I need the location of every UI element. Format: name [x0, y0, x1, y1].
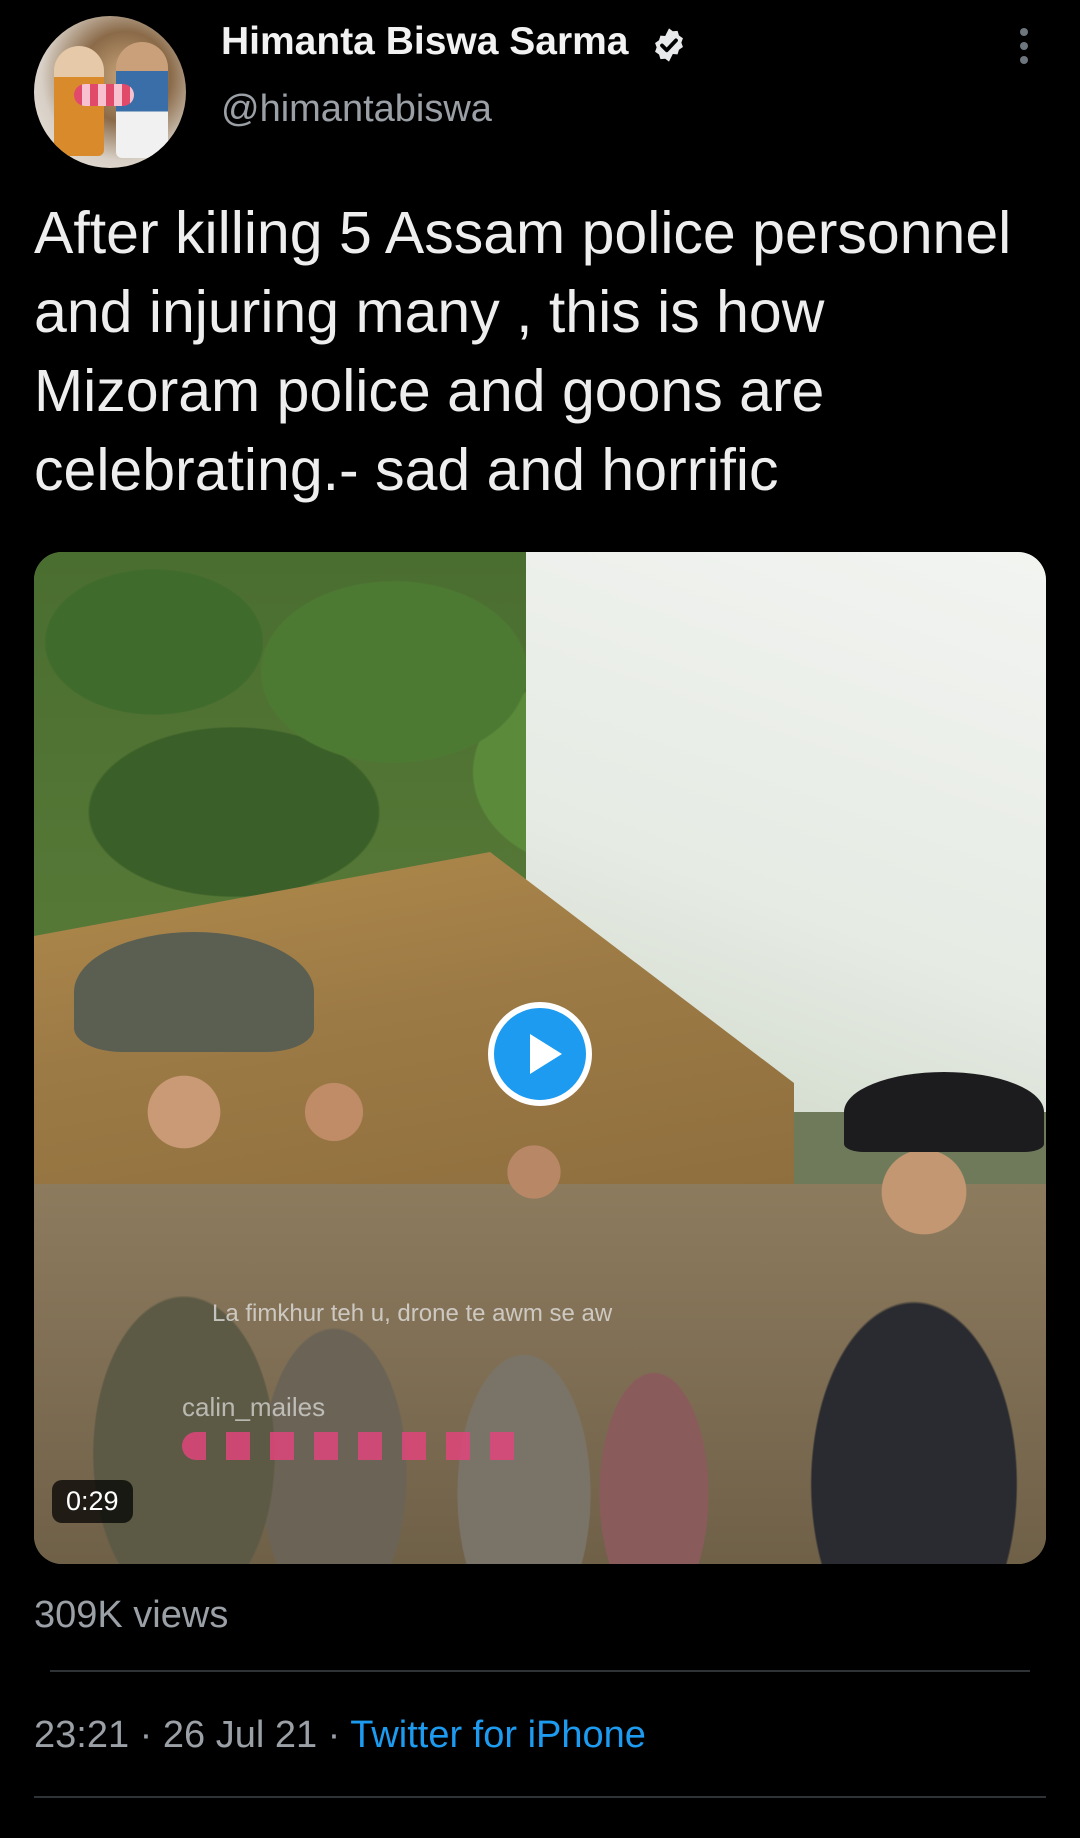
- verified-badge-icon: [655, 28, 683, 62]
- video-overlay-hearts: [182, 1432, 532, 1460]
- more-options-icon[interactable]: [1012, 24, 1036, 68]
- divider: [34, 1796, 1046, 1798]
- divider: [50, 1670, 1030, 1672]
- video-duration-badge: 0:29: [52, 1480, 133, 1523]
- tweet-time[interactable]: 23:21: [34, 1714, 129, 1756]
- separator: ·: [129, 1714, 163, 1756]
- view-count: 309K views: [34, 1594, 229, 1636]
- tweet-detail: Himanta Biswa Sarma @himantabiswa After …: [0, 0, 1080, 1838]
- tweet-metadata: 23:21 · 26 Jul 21 · Twitter for iPhone: [34, 1714, 646, 1757]
- play-button[interactable]: [488, 1002, 592, 1106]
- avatar[interactable]: [34, 16, 186, 168]
- separator: ·: [317, 1714, 351, 1756]
- video-overlay-username: calin_mailes: [182, 1392, 326, 1422]
- user-handle[interactable]: @himantabiswa: [221, 88, 492, 131]
- tweet-source-link[interactable]: Twitter for iPhone: [350, 1714, 646, 1756]
- tweet-date[interactable]: 26 Jul 21: [163, 1714, 317, 1756]
- display-name[interactable]: Himanta Biswa Sarma: [221, 20, 629, 64]
- video-overlay-caption: La fimkhur teh u, drone te awm se aw: [212, 1300, 613, 1327]
- tweet-text: After killing 5 Assam police personnel a…: [34, 200, 1012, 503]
- video-player[interactable]: La fimkhur teh u, drone te awm se aw cal…: [34, 552, 1046, 1564]
- avatar-garland: [74, 84, 134, 106]
- play-icon: [530, 1034, 562, 1074]
